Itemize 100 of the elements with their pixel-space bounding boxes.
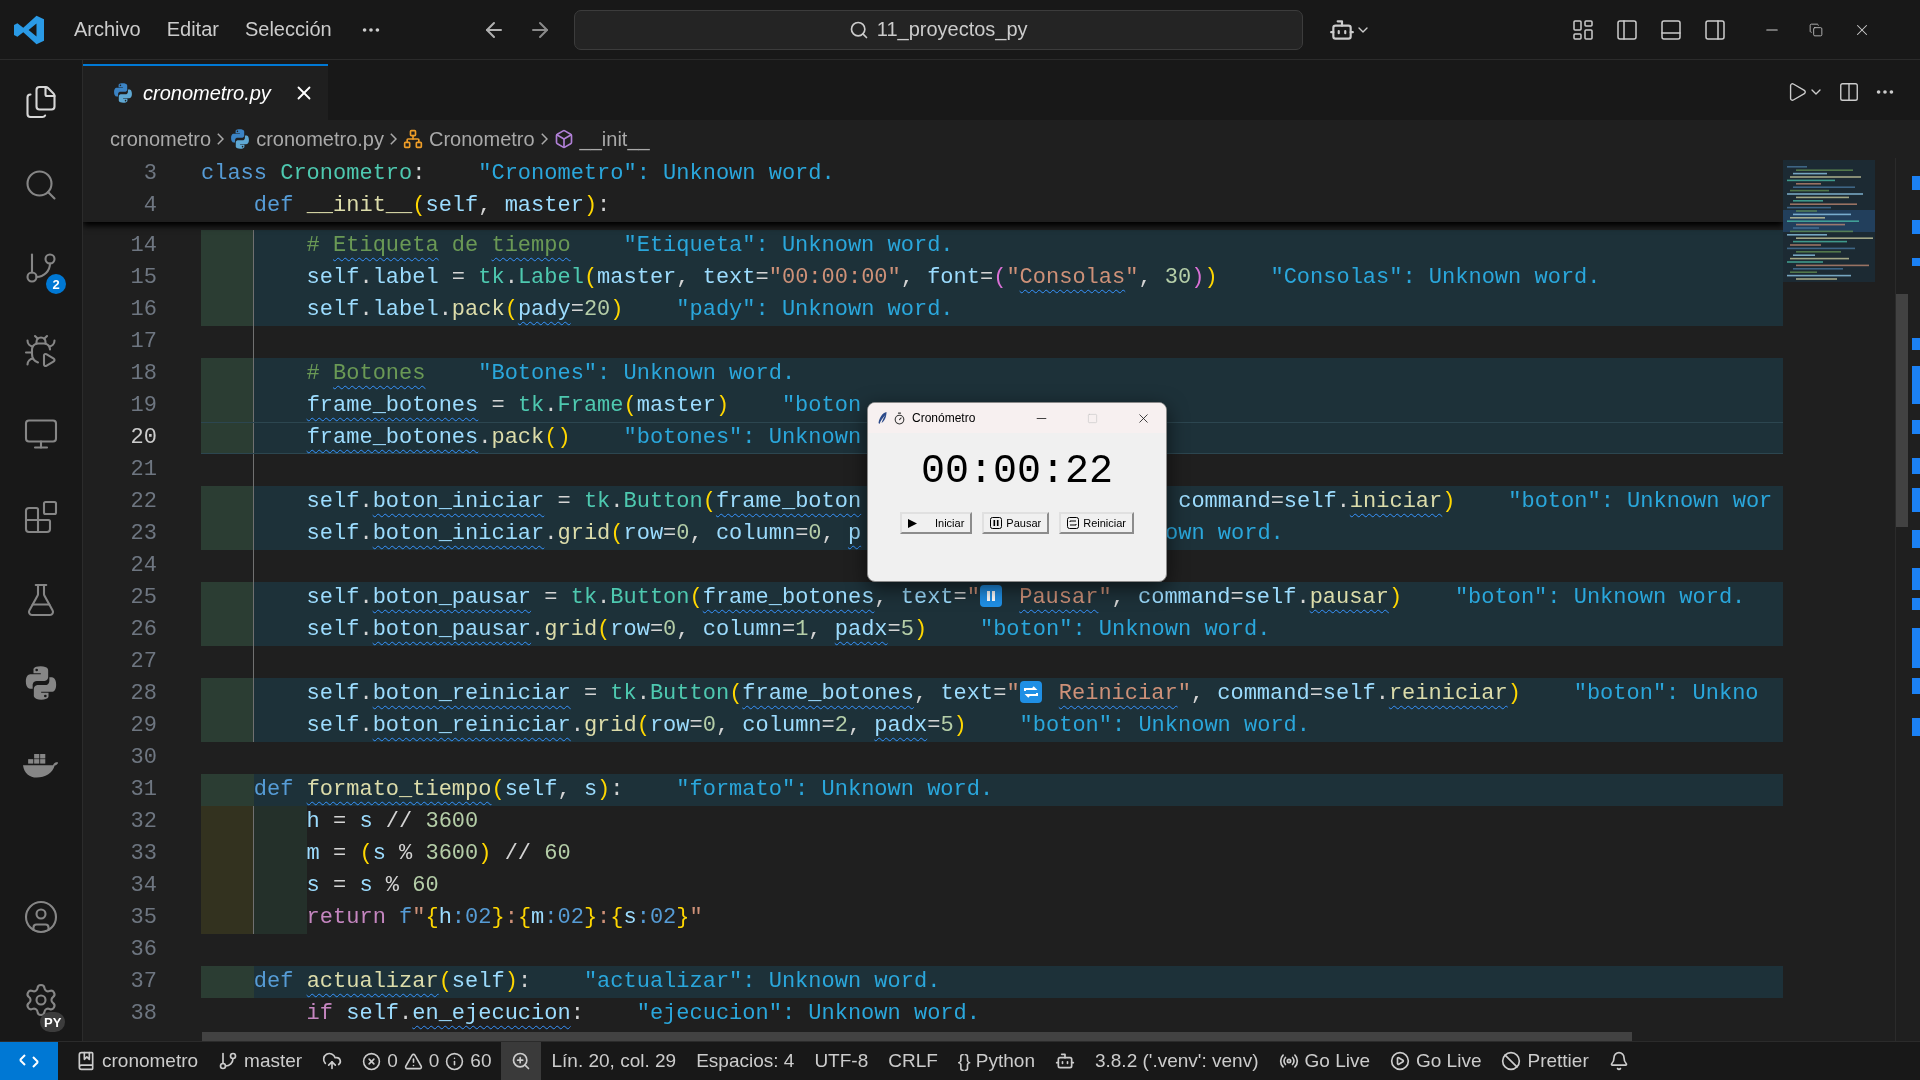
info-count: 60 — [470, 1050, 492, 1072]
code-text: frame_botones.pack() — [305, 425, 571, 450]
search-text: 11_proyectos_py — [876, 18, 1028, 41]
status-item[interactable]: Go Live — [1380, 1042, 1492, 1080]
python-icon — [113, 83, 133, 103]
window-button[interactable]: Iniciar — [900, 512, 973, 534]
line-number: 29 — [129, 712, 157, 740]
code-text: self.label.pack(pady=20) — [305, 297, 624, 322]
panel-right-icon[interactable] — [1702, 17, 1727, 42]
horizontal-scrollbar[interactable] — [202, 1032, 1632, 1041]
status-item[interactable]: Espacios: 4 — [686, 1042, 805, 1080]
code-text: self.boton_iniciar = tk.Button(frame_boton — [305, 489, 862, 514]
breadcrumb-item[interactable]: __init__ — [579, 127, 650, 151]
code-text: def formato_tiempo(self, s): — [252, 777, 624, 802]
diagnostic-message: "formato": Unknown word. — [676, 777, 994, 802]
line-number: 32 — [129, 808, 157, 836]
status-item[interactable]: cronometro — [66, 1042, 209, 1080]
line-number: 20 — [129, 424, 157, 452]
code-text: self.boton_reiniciar = tk.Button(frame_botones, text=" — [305, 681, 1020, 706]
line-number: 35 — [129, 904, 157, 932]
diagnostic-message: "pady": Unknown word. — [676, 297, 954, 322]
code-text: def actualizar(self): — [252, 969, 532, 994]
search-icon — [848, 19, 869, 40]
files-icon[interactable] — [23, 83, 59, 120]
settings-icon[interactable] — [23, 981, 59, 1018]
diagnostic-message: own word. — [1165, 521, 1284, 546]
line-number: 24 — [129, 552, 157, 580]
window-button[interactable]: Pausar — [982, 512, 1050, 534]
line-number: 4 — [142, 192, 157, 220]
split-editor-icon[interactable] — [1838, 81, 1860, 103]
class-icon — [403, 129, 423, 149]
diagnostic-message: "actualizar": Unknown word. — [583, 969, 941, 994]
window-title: Cronómetro — [912, 411, 976, 425]
editor-tab[interactable]: cronometro.py — [83, 64, 328, 120]
line-number: 3 — [142, 160, 157, 188]
restore-icon[interactable] — [1808, 22, 1823, 37]
diagnostic-message: "boton — [781, 393, 862, 418]
status-item[interactable]: master — [208, 1042, 313, 1080]
bug-play-icon[interactable] — [23, 332, 59, 369]
diagnostic-message: "boton": Unknown wor — [1508, 489, 1773, 514]
code-text: self.boton_pausar.grid(row=0, column=1, padx=5) — [305, 617, 928, 642]
line-number: 16 — [129, 296, 157, 324]
menu-item[interactable]: Editar — [166, 18, 219, 41]
notification-count: 2 — [46, 274, 66, 294]
profile-label: PY — [40, 1012, 66, 1032]
code-text: frame_botones = tk.Frame(master) — [305, 393, 730, 418]
breadcrumb-item[interactable]: Cronometro — [429, 127, 535, 151]
python-icon[interactable] — [24, 665, 58, 700]
diagnostic-message: "Cronometro": Unknown word. — [478, 161, 835, 186]
scrollbar-thumb[interactable] — [1896, 294, 1908, 527]
line-number: 37 — [129, 968, 157, 996]
breadcrumb-item[interactable]: cronometro.py — [256, 127, 384, 151]
breadcrumb-item[interactable]: cronometro — [110, 127, 212, 151]
code-text: self.label = tk.Label(master, text="00:00:00", font=("Consolas", 30)) — [305, 265, 1218, 290]
whale-icon[interactable] — [23, 753, 59, 778]
status-button[interactable] — [501, 1042, 542, 1080]
time-display: 00:00:22 — [920, 449, 1114, 494]
status-item[interactable]: Lín. 20, col. 29 — [541, 1042, 687, 1080]
code-text: command=self.iniciar) — [1177, 489, 1456, 514]
cube-icon — [553, 129, 574, 149]
line-number: 14 — [129, 232, 157, 260]
code-text: Pausar", command=self.pausar) — [1018, 585, 1403, 610]
account-icon[interactable] — [23, 898, 59, 935]
blocks-icon[interactable] — [23, 498, 59, 535]
line-number: 34 — [129, 872, 157, 900]
panel-left-icon[interactable] — [1614, 17, 1639, 42]
feather-icon — [878, 412, 887, 424]
problems-button[interactable]: 0 0 60 — [352, 1042, 502, 1080]
diagnostic-message: "Etiqueta": Unknown word. — [623, 233, 954, 258]
diagnostic-message: "ejecucion": Unknown word. — [636, 1001, 980, 1026]
remote-button[interactable] — [0, 1042, 58, 1080]
line-number: 33 — [129, 840, 157, 868]
line-number: 18 — [129, 360, 157, 388]
status-item[interactable]: Prettier — [1491, 1042, 1599, 1080]
layout-icon[interactable] — [1570, 17, 1595, 42]
code-text: class Cronometro: — [201, 161, 426, 186]
panel-bottom-icon[interactable] — [1658, 17, 1683, 42]
repeat-icon — [1067, 517, 1080, 529]
python-icon — [230, 129, 251, 149]
diagnostic-message: "botones": Unknown — [623, 425, 862, 450]
bell-icon — [1608, 1051, 1629, 1071]
line-number: 27 — [129, 648, 157, 676]
line-number: 25 — [129, 584, 157, 612]
search-field[interactable]: 11_proyectos_py — [573, 9, 1303, 50]
status-item[interactable]: Go Live — [1268, 1042, 1380, 1080]
window-button[interactable]: Reiniciar — [1059, 512, 1134, 534]
status-item[interactable]: 3.8.2 ('.venv': venv) — [1084, 1042, 1269, 1080]
status-item[interactable]: UTF-8 — [804, 1042, 879, 1080]
remote-icon — [19, 1054, 39, 1068]
stopwatch-icon — [893, 411, 906, 425]
menu-item[interactable]: Selección — [244, 18, 332, 41]
menu-item[interactable]: Archivo — [74, 18, 141, 41]
cloud-upload-icon — [322, 1051, 343, 1071]
line-number: 38 — [129, 1000, 157, 1028]
code-text: self.boton_pausar = tk.Button(frame_botones, text=" — [305, 585, 980, 610]
status-item[interactable]: CRLF — [878, 1042, 948, 1080]
minimap-drawing[interactable] — [1783, 160, 1875, 282]
status-item[interactable]: {} Python — [947, 1042, 1045, 1080]
error-icon — [362, 1051, 382, 1071]
line-number: 19 — [129, 392, 157, 420]
